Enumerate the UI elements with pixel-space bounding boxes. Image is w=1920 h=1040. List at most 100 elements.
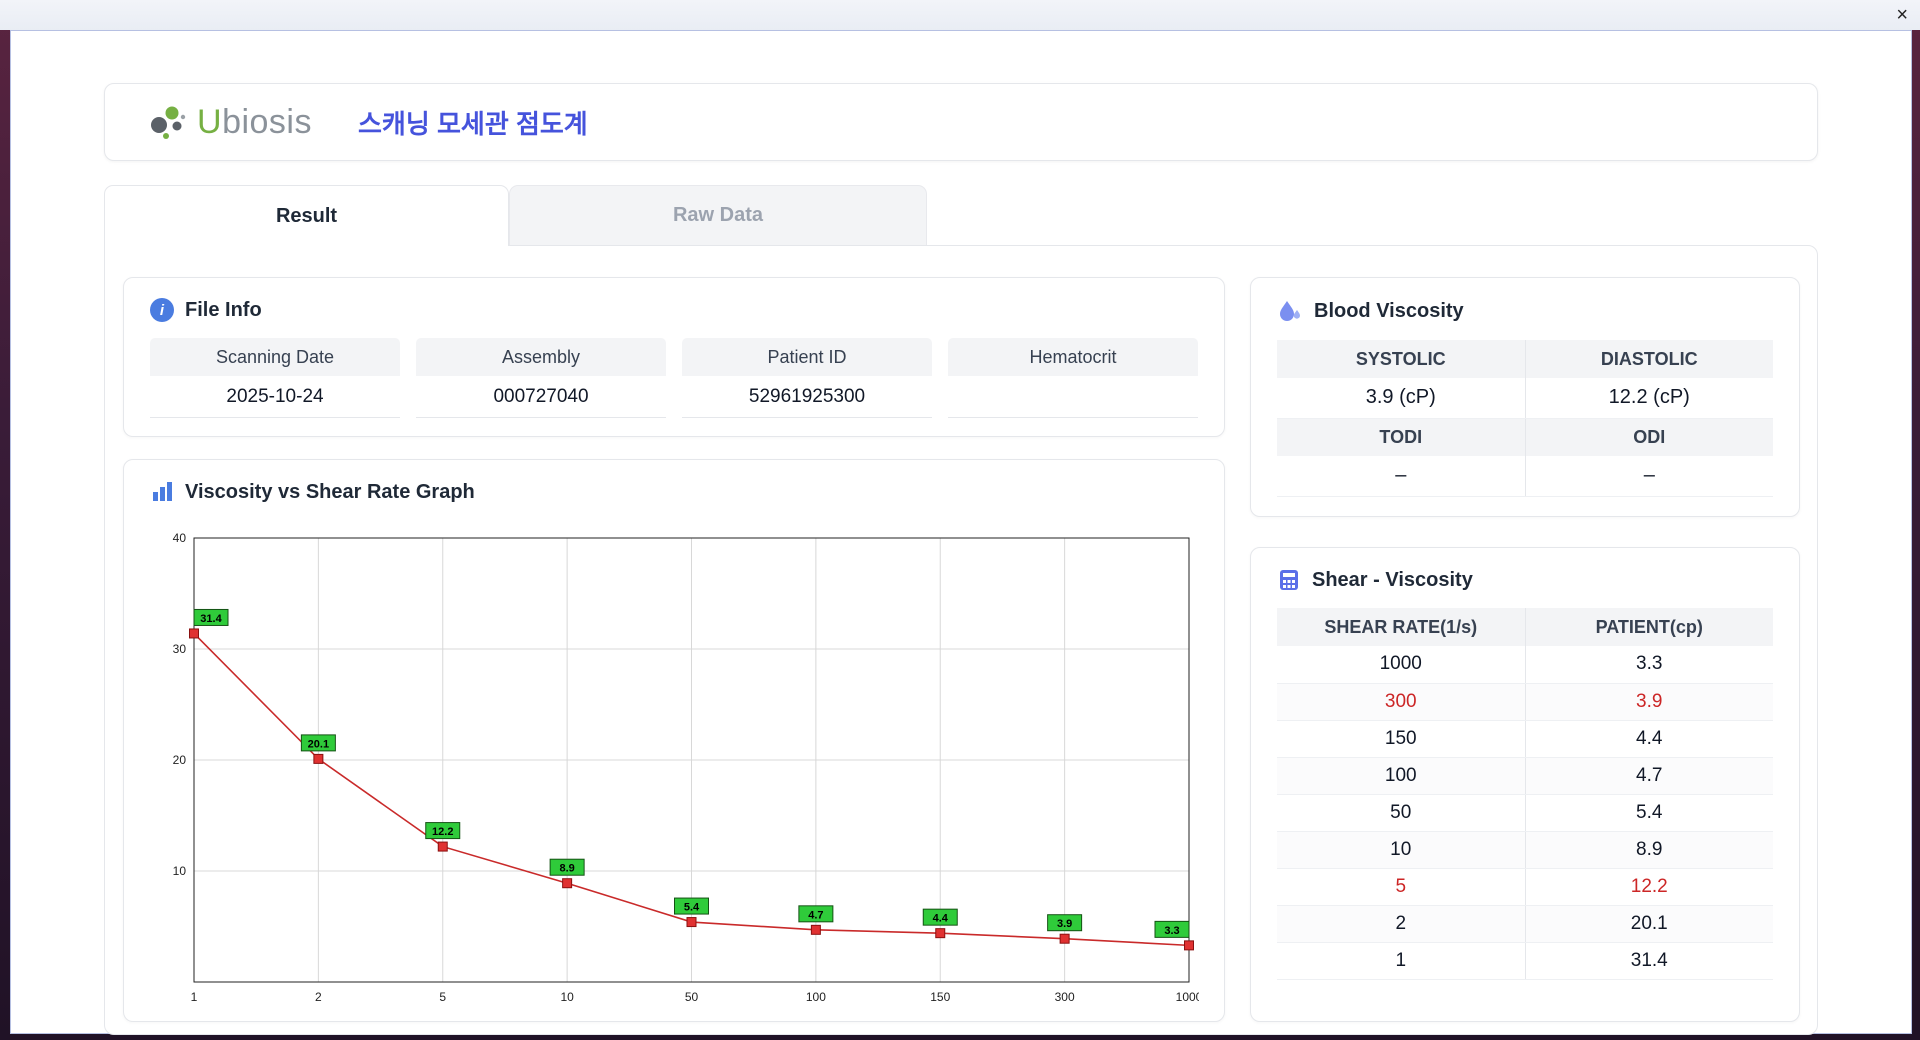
info-icon: i — [150, 298, 174, 322]
field-patient-id-label: Patient ID — [682, 338, 932, 376]
shear-rate-cell: 100 — [1277, 757, 1525, 795]
shear-viscosity-table: SHEAR RATE(1/s) PATIENT(cp) 1000 3.3 300 3.… — [1277, 608, 1773, 980]
blood-viscosity-title: Blood Viscosity — [1314, 299, 1464, 322]
patient-cell: 31.4 — [1524, 942, 1773, 980]
field-patient-id-value: 52961925300 — [682, 376, 932, 418]
shear-table-row: 10 8.9 — [1277, 831, 1773, 869]
shear-rate-cell: 300 — [1277, 683, 1525, 721]
app-header: Ubiosis 스캐닝 모세관 점도계 — [104, 83, 1818, 161]
shear-viscosity-card: Shear - Viscosity SHEAR RATE(1/s) PATIEN… — [1250, 547, 1800, 1022]
shear-rate-column-header: SHEAR RATE(1/s) — [1277, 608, 1525, 646]
todi-header: TODI — [1277, 418, 1525, 456]
svg-text:4.4: 4.4 — [933, 913, 949, 925]
svg-text:1: 1 — [191, 990, 198, 1004]
patient-column-header: PATIENT(cp) — [1524, 608, 1773, 646]
shear-table-row: 50 5.4 — [1277, 794, 1773, 832]
shear-rate-cell: 1 — [1277, 942, 1525, 980]
page-title: 스캐닝 모세관 점도계 — [358, 108, 588, 139]
blood-viscosity-card: Blood Viscosity SYSTOLIC DIASTOLIC 3.9 (… — [1250, 277, 1800, 517]
odi-value: – — [1524, 456, 1773, 497]
svg-text:10: 10 — [560, 990, 574, 1004]
shear-rate-cell: 1000 — [1277, 646, 1525, 684]
field-assembly-label: Assembly — [416, 338, 666, 376]
app-window: Ubiosis 스캐닝 모세관 점도계 Result Raw Data i Fi… — [10, 30, 1912, 1035]
tab-result[interactable]: Result — [104, 185, 509, 246]
titlebar: × — [0, 0, 1920, 30]
shear-rate-cell: 10 — [1277, 831, 1525, 869]
patient-cell: 12.2 — [1524, 868, 1773, 906]
shear-rate-cell: 150 — [1277, 720, 1525, 758]
close-icon[interactable]: × — [1896, 3, 1908, 27]
svg-text:31.4: 31.4 — [200, 613, 222, 625]
patient-cell: 3.9 — [1524, 683, 1773, 721]
logo-text: Ubiosis — [197, 102, 312, 141]
droplet-icon — [1280, 301, 1300, 321]
field-hematocrit-label: Hematocrit — [948, 338, 1198, 376]
shear-table-row: 5 12.2 — [1277, 868, 1773, 906]
field-assembly-value: 000727040 — [416, 376, 666, 418]
systolic-value: 3.9 (cP) — [1277, 378, 1525, 419]
svg-text:100: 100 — [806, 990, 826, 1004]
shear-table-row: 1 31.4 — [1277, 942, 1773, 980]
diastolic-value: 12.2 (cP) — [1524, 378, 1773, 419]
patient-cell: 4.7 — [1524, 757, 1773, 795]
field-patient-id: Patient ID 52961925300 — [682, 338, 932, 418]
graph-title: Viscosity vs Shear Rate Graph — [185, 480, 475, 503]
systolic-header: SYSTOLIC — [1277, 340, 1525, 378]
tab-raw-data-label: Raw Data — [672, 204, 764, 226]
svg-text:5.4: 5.4 — [684, 902, 700, 914]
svg-text:2: 2 — [315, 990, 322, 1004]
tab-result-label: Result — [275, 204, 338, 227]
svg-text:50: 50 — [685, 990, 699, 1004]
shear-table-row: 1000 3.3 — [1277, 646, 1773, 684]
svg-text:10: 10 — [173, 864, 187, 878]
shear-rate-cell: 5 — [1277, 868, 1525, 906]
field-scanning-date-label: Scanning Date — [150, 338, 400, 376]
svg-text:40: 40 — [173, 532, 187, 545]
viscosity-graph-card: Viscosity vs Shear Rate Graph 10 20 30 40 1 2… — [123, 459, 1225, 1022]
svg-text:4.7: 4.7 — [808, 909, 823, 921]
svg-text:20: 20 — [173, 753, 187, 767]
file-info-card: i File Info Scanning Date 2025-10-24 Ass… — [123, 277, 1225, 437]
file-info-title: File Info — [185, 298, 262, 321]
field-scanning-date-value: 2025-10-24 — [150, 376, 400, 418]
calculator-icon — [1280, 570, 1298, 590]
tab-raw-data[interactable]: Raw Data — [509, 185, 927, 245]
svg-text:5: 5 — [439, 990, 446, 1004]
svg-text:3.9: 3.9 — [1057, 918, 1072, 930]
svg-text:150: 150 — [930, 990, 950, 1004]
svg-text:12.2: 12.2 — [432, 826, 453, 838]
shear-rate-cell: 2 — [1277, 905, 1525, 943]
blood-viscosity-table: SYSTOLIC DIASTOLIC 3.9 (cP) 12.2 (cP) TO… — [1277, 340, 1773, 497]
todi-value: – — [1277, 456, 1525, 497]
field-assembly: Assembly 000727040 — [416, 338, 666, 418]
field-scanning-date: Scanning Date 2025-10-24 — [150, 338, 400, 418]
shear-table-row: 300 3.9 — [1277, 683, 1773, 721]
svg-text:300: 300 — [1055, 990, 1075, 1004]
patient-cell: 3.3 — [1524, 646, 1773, 684]
field-hematocrit-value — [948, 376, 1198, 418]
svg-text:30: 30 — [173, 642, 187, 656]
shear-viscosity-title: Shear - Viscosity — [1312, 568, 1473, 591]
patient-cell: 5.4 — [1524, 794, 1773, 832]
viscosity-chart: 10 20 30 40 1 2 5 10 50 100 150 300 1000 31.4 20.1 12.2… — [173, 532, 1199, 1004]
tab-content-panel: i File Info Scanning Date 2025-10-24 Ass… — [104, 245, 1818, 1035]
shear-table-row: 150 4.4 — [1277, 720, 1773, 758]
patient-cell: 4.4 — [1524, 720, 1773, 758]
svg-text:20.1: 20.1 — [308, 738, 329, 750]
bar-chart-icon — [153, 482, 172, 501]
shear-table-row: 100 4.7 — [1277, 757, 1773, 795]
shear-table-row: 2 20.1 — [1277, 905, 1773, 943]
svg-text:1000: 1000 — [1176, 990, 1199, 1004]
svg-text:3.3: 3.3 — [1164, 925, 1179, 937]
patient-cell: 8.9 — [1524, 831, 1773, 869]
diastolic-header: DIASTOLIC — [1524, 340, 1773, 378]
odi-header: ODI — [1524, 418, 1773, 456]
ubiosis-logo-icon — [151, 106, 186, 139]
field-hematocrit: Hematocrit — [948, 338, 1198, 418]
ubiosis-logo: Ubiosis — [145, 99, 312, 145]
svg-text:8.9: 8.9 — [559, 863, 574, 875]
file-info-fields: Scanning Date 2025-10-24 Assembly 000727… — [124, 322, 1224, 418]
shear-rate-cell: 50 — [1277, 794, 1525, 832]
patient-cell: 20.1 — [1524, 905, 1773, 943]
